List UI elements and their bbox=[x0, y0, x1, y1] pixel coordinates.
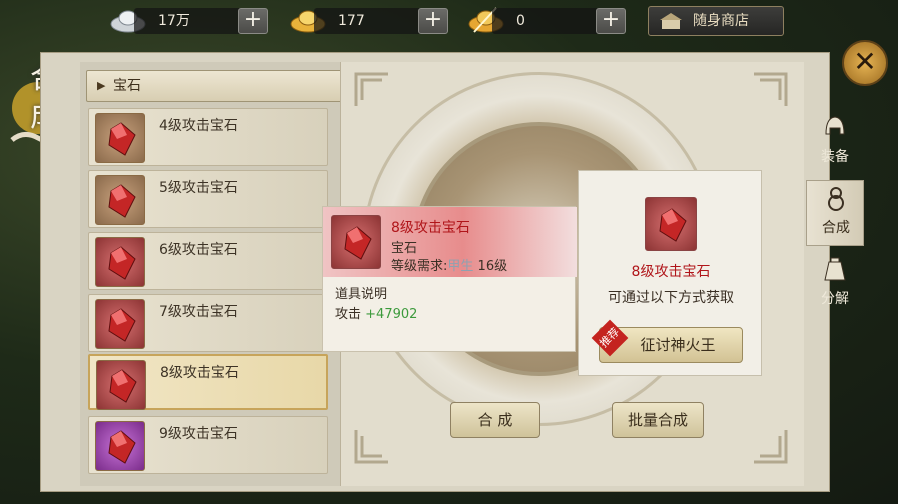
gem-list-item[interactable]: 7级攻击宝石 bbox=[88, 294, 328, 352]
tooltip-level-requirement: 等级需求:甲生 16级 bbox=[391, 255, 507, 274]
gourd-icon bbox=[828, 187, 844, 211]
attack-gem-icon bbox=[108, 308, 136, 342]
stat-label: 攻击 bbox=[335, 307, 362, 322]
acquire-panel: 8级攻击宝石 可通过以下方式获取 征讨神火王 推荐 bbox=[578, 170, 762, 376]
tab-decompose[interactable]: 分解 bbox=[806, 252, 864, 318]
tooltip-item-slot bbox=[331, 215, 381, 269]
req-faded: 甲生 bbox=[447, 259, 474, 274]
close-icon: ✕ bbox=[853, 45, 877, 78]
close-button[interactable]: ✕ bbox=[842, 40, 888, 86]
gem-name: 8级攻击宝石 bbox=[160, 365, 239, 381]
gem-list-item[interactable]: 4级攻击宝石 bbox=[88, 108, 328, 166]
gem-name: 4级攻击宝石 bbox=[159, 118, 238, 134]
attack-gem-icon bbox=[108, 184, 136, 218]
add-silver-button[interactable]: + bbox=[238, 8, 268, 34]
tooltip-stat: 攻击 +47902 bbox=[335, 303, 417, 322]
attack-gem-icon bbox=[108, 246, 136, 280]
req-label: 等级需求: bbox=[391, 259, 448, 274]
attack-gem-icon bbox=[659, 208, 687, 242]
corner-ornament-icon bbox=[354, 72, 388, 106]
tab-equipment[interactable]: 装备 bbox=[806, 110, 864, 176]
gem-list-item[interactable]: 5级攻击宝石 bbox=[88, 170, 328, 228]
tab-equipment-label: 装备 bbox=[821, 149, 849, 165]
gem-list-item[interactable]: 9级攻击宝石 bbox=[88, 416, 328, 474]
gem-name: 6级攻击宝石 bbox=[159, 242, 238, 258]
acquire-hint: 可通过以下方式获取 bbox=[608, 290, 734, 306]
gem-slot bbox=[95, 113, 145, 163]
tooltip-item-name: 8级攻击宝石 bbox=[391, 220, 470, 236]
item-tooltip: 8级攻击宝石 宝石 等级需求:甲生 16级 道具说明 攻击 +47902 bbox=[322, 206, 577, 352]
gem-list-item-selected[interactable]: 8级攻击宝石 bbox=[88, 354, 328, 410]
tab-compose[interactable]: 合成 bbox=[806, 180, 864, 246]
batch-compose-button[interactable]: 批量合成 bbox=[612, 402, 704, 438]
attack-gem-icon bbox=[344, 226, 372, 260]
portable-shop-label: 随身商店 bbox=[693, 13, 749, 29]
bag-icon bbox=[824, 257, 846, 281]
acquire-item-slot bbox=[645, 197, 697, 251]
category-label: 宝石 bbox=[113, 78, 141, 94]
gem-slot bbox=[95, 299, 145, 349]
attack-gem-icon bbox=[109, 369, 137, 403]
compose-button[interactable]: 合 成 bbox=[450, 402, 540, 438]
attack-gem-icon bbox=[108, 122, 136, 156]
corner-ornament-icon bbox=[754, 72, 788, 106]
shop-icon bbox=[660, 13, 682, 29]
attack-gem-icon bbox=[108, 430, 136, 464]
corner-ornament-icon bbox=[354, 430, 388, 464]
gem-name: 5级攻击宝石 bbox=[159, 180, 238, 196]
gem-name: 7级攻击宝石 bbox=[159, 304, 238, 320]
helmet-icon bbox=[825, 116, 845, 135]
gem-name: 9级攻击宝石 bbox=[159, 426, 238, 442]
add-bound-gold-button[interactable]: + bbox=[596, 8, 626, 34]
tooltip-item-type: 宝石 bbox=[391, 241, 418, 256]
expand-arrow-icon: ▶ bbox=[97, 79, 106, 92]
corner-ornament-icon bbox=[754, 430, 788, 464]
add-gold-button[interactable]: + bbox=[418, 8, 448, 34]
tab-compose-label: 合成 bbox=[822, 220, 850, 236]
gem-list-item[interactable]: 6级攻击宝石 bbox=[88, 232, 328, 290]
tooltip-description-label: 道具说明 bbox=[335, 287, 388, 302]
acquire-item-name: 8级攻击宝石 bbox=[631, 264, 711, 280]
req-value: 16级 bbox=[477, 259, 508, 274]
gem-slot bbox=[96, 360, 146, 410]
currency-bar: 17万 + 177 + 0 + 随身商店 bbox=[0, 0, 898, 44]
stat-value: +47902 bbox=[365, 307, 418, 322]
gem-slot bbox=[95, 237, 145, 287]
category-dropdown[interactable]: ▶ 宝石 ◀ bbox=[86, 70, 370, 102]
tab-decompose-label: 分解 bbox=[821, 291, 849, 307]
portable-shop-button[interactable]: 随身商店 bbox=[648, 6, 784, 36]
gem-slot bbox=[95, 421, 145, 471]
gem-slot bbox=[95, 175, 145, 225]
